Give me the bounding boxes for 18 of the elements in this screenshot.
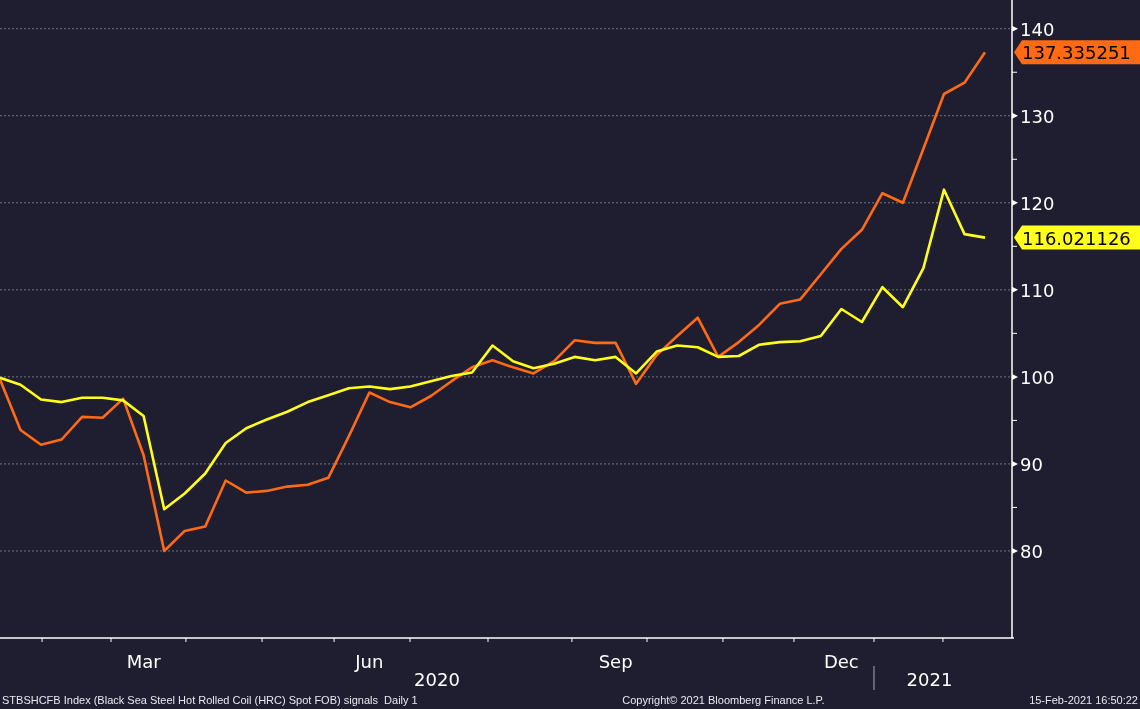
x-axis-label: Jun [355, 651, 384, 672]
x-axis-label: Sep [598, 651, 633, 672]
timestamp: 15-Feb-2021 16:50:22 [1029, 693, 1138, 706]
y-axis-label: 120 [1020, 192, 1055, 214]
last-value-tag: 116.021126 [1014, 225, 1140, 250]
y-axis-label: 90 [1020, 453, 1043, 475]
copyright-text: Copyright© 2021 Bloomberg Finance L.P. [622, 693, 825, 706]
chart-description: STBSHCFB Index (Black Sea Steel Hot Rolled Coil (HRC) Spot FOB) signals Daily 1 [2, 693, 418, 706]
y-axis-label: 130 [1020, 105, 1055, 127]
y-axis-label: 80 [1020, 540, 1043, 562]
x-axis-label: Mar [126, 651, 161, 672]
year-label: 2020 [414, 669, 460, 690]
x-axis-label: Dec [823, 651, 859, 672]
year-label: 2021 [906, 669, 953, 690]
y-axis-label: 140 [1020, 18, 1055, 40]
last-value-tag: 137.335251 [1014, 40, 1140, 65]
y-axis-label: 110 [1020, 279, 1055, 301]
y-axis-label: 100 [1020, 366, 1055, 388]
